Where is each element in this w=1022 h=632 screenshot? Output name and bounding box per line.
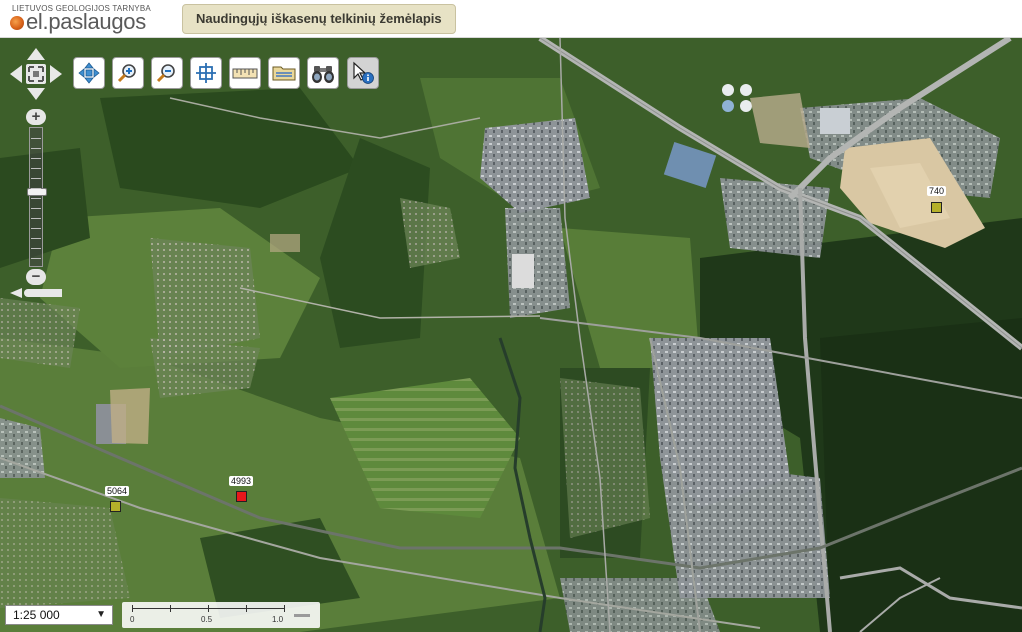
move-arrows-icon (78, 62, 100, 84)
deposit-label-5064: 5064 (105, 486, 130, 496)
logo[interactable]: LIETUVOS GEOLOGIJOS TARNYBA el.paslaugos (8, 3, 168, 35)
scale-tick (284, 605, 285, 612)
crosshair-extent-icon (196, 63, 216, 83)
zoom-extent-icon[interactable] (26, 64, 46, 84)
deposit-marker-740[interactable] (931, 202, 942, 213)
zoom-tick (31, 158, 41, 159)
deposit-label-740: 740 (927, 186, 947, 196)
zoom-slider: + − (26, 109, 47, 285)
search-tool-button[interactable] (307, 57, 339, 89)
scale-select-value: 1:25 000 (13, 608, 60, 622)
zoom-tick (31, 148, 41, 149)
measure-tool-button[interactable] (229, 57, 261, 89)
pan-control (10, 48, 62, 100)
zoom-out-button[interactable]: − (26, 269, 46, 285)
scale-tick (170, 605, 171, 612)
zoom-tick (31, 258, 41, 259)
deposit-marker-5064[interactable] (110, 501, 121, 512)
magnifier-plus-icon (117, 64, 136, 83)
scale-label-1: 1.0 (272, 615, 284, 624)
layers-tool-button[interactable] (268, 57, 300, 89)
zoom-tick (31, 228, 41, 229)
zoom-tick (31, 188, 41, 189)
zoom-tick (31, 178, 41, 179)
scale-select[interactable]: 1:25 000 ▼ (5, 605, 113, 625)
slide-left-icon[interactable] (10, 288, 22, 298)
cursor-info-icon (353, 61, 374, 84)
scale-bar-grip (294, 614, 310, 617)
pan-left-icon[interactable] (10, 65, 22, 83)
zoom-tick (31, 248, 41, 249)
zoom-track[interactable] (27, 127, 47, 267)
zoom-level-handle[interactable] (27, 188, 47, 196)
zoom-tick (31, 198, 41, 199)
pan-right-icon[interactable] (50, 65, 62, 83)
logo-brand-text: el.paslaugos (26, 9, 146, 34)
zoom-tick (31, 208, 41, 209)
scale-tick (208, 605, 209, 612)
zoom-in-button[interactable]: + (26, 109, 46, 125)
logo-swirl-icon (10, 16, 24, 30)
deposit-marker-4993[interactable] (236, 491, 247, 502)
identify-tool-button[interactable] (347, 57, 379, 89)
scale-bar: 0 0.5 1.0 (122, 602, 320, 628)
pan-up-icon[interactable] (27, 48, 45, 60)
full-extent-tool-button[interactable] (190, 57, 222, 89)
ruler-icon (232, 68, 258, 79)
scale-label-0: 0 (130, 615, 135, 624)
pan-tool-button[interactable] (73, 57, 105, 89)
scale-tick (246, 605, 247, 612)
zoom-tick (31, 138, 41, 139)
pan-down-icon[interactable] (27, 88, 45, 100)
chevron-down-icon: ▼ (96, 609, 106, 620)
folder-layers-icon (272, 66, 296, 81)
zoom-in-tool-button[interactable] (112, 57, 144, 89)
zoom-tick (31, 168, 41, 169)
binoculars-icon (312, 66, 334, 83)
zoom-tick (31, 218, 41, 219)
deposit-label-4993: 4993 (229, 476, 254, 486)
zoom-tick (31, 238, 41, 239)
map-title-tab[interactable]: Naudingųjų iškasenų telkinių žemėlapis (182, 4, 456, 34)
app-header: LIETUVOS GEOLOGIJOS TARNYBA el.paslaugos… (0, 0, 1022, 38)
map-view[interactable]: 740 4993 5064 (0, 38, 1022, 632)
satellite-imagery (0, 38, 1022, 632)
scale-tick (132, 605, 133, 612)
magnifier-minus-icon (156, 64, 175, 83)
slider-bar[interactable] (24, 289, 62, 297)
map-width-slider[interactable] (10, 286, 64, 300)
scale-label-half: 0.5 (201, 615, 213, 624)
zoom-out-tool-button[interactable] (151, 57, 183, 89)
